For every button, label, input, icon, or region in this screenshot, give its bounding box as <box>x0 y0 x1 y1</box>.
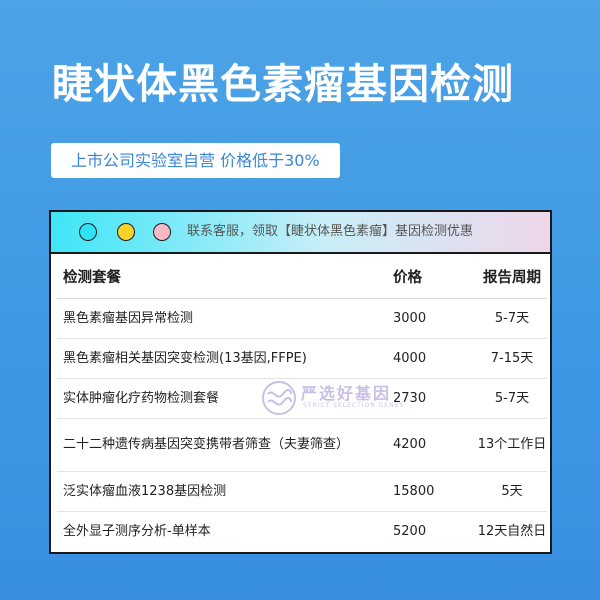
table-row: 泛实体瘤血液1238基因检测 15800 5天 <box>57 471 547 512</box>
row-package-name: 黑色素瘤相关基因突变检测(13基因,FFPE) <box>57 338 373 379</box>
row-price: 5200 <box>393 523 427 539</box>
table-row: 黑色素瘤相关基因突变检测(13基因,FFPE) 4000 7-15天 <box>57 338 547 379</box>
row-package-name: 二十二种遗传病基因突变携带者筛查（夫妻筛查） <box>57 418 373 472</box>
row-period: 5天 <box>477 471 547 512</box>
table-row: 全外显子测序分析-单样本 5200 12天自然日 <box>57 512 547 552</box>
row-price: 2730 <box>373 378 477 419</box>
row-package-name: 实体肿瘤化疗药物检测套餐 <box>57 378 373 419</box>
row-period: 7-15天 <box>477 338 547 379</box>
window-dot-yellow-icon <box>117 223 135 241</box>
contact-service-text[interactable]: 联系客服，领取【睫状体黑色素瘤】基因检测优惠 <box>187 212 473 252</box>
price-table: 检测套餐 价格 报告周期 黑色素瘤基因异常检测 3000 5-7天 黑色素瘤相关… <box>57 254 547 551</box>
table-row: 实体肿瘤化疗药物检测套餐 2730 5-7天 <box>57 378 547 419</box>
window-dot-pink-icon <box>153 223 171 241</box>
table-header-row: 检测套餐 价格 报告周期 <box>57 254 547 299</box>
page-title: 睫状体黑色素瘤基因检测 <box>52 60 514 108</box>
price-window: 联系客服，领取【睫状体黑色素瘤】基因检测优惠 检测套餐 价格 报告周期 黑色素瘤… <box>49 210 552 554</box>
header-period: 报告周期 <box>477 254 547 299</box>
row-period: 13个工作日 <box>477 418 547 472</box>
row-price: 15800 <box>373 471 477 512</box>
window-titlebar: 联系客服，领取【睫状体黑色素瘤】基因检测优惠 <box>51 212 550 254</box>
table-row: 二十二种遗传病基因突变携带者筛查（夫妻筛查） 4200 13个工作日 <box>57 418 547 472</box>
table-row: 黑色素瘤基因异常检测 3000 5-7天 <box>57 298 547 339</box>
row-price: 3000 <box>373 298 477 339</box>
window-dot-cyan-icon <box>79 223 97 241</box>
row-price: 4000 <box>373 338 477 379</box>
row-price: 4200 <box>373 418 477 472</box>
subtitle-badge: 上市公司实验室自营 价格低于30% <box>51 143 340 178</box>
row-period: 5-7天 <box>477 298 547 339</box>
row-package-name: 黑色素瘤基因异常检测 <box>57 298 373 339</box>
row-period: 12天自然日 <box>477 523 547 539</box>
header-package: 检测套餐 <box>57 254 373 299</box>
row-period: 5-7天 <box>477 378 547 419</box>
header-price: 价格 <box>373 254 477 299</box>
row-package-name: 全外显子测序分析-单样本 <box>63 523 211 539</box>
row-package-name: 泛实体瘤血液1238基因检测 <box>57 471 373 512</box>
